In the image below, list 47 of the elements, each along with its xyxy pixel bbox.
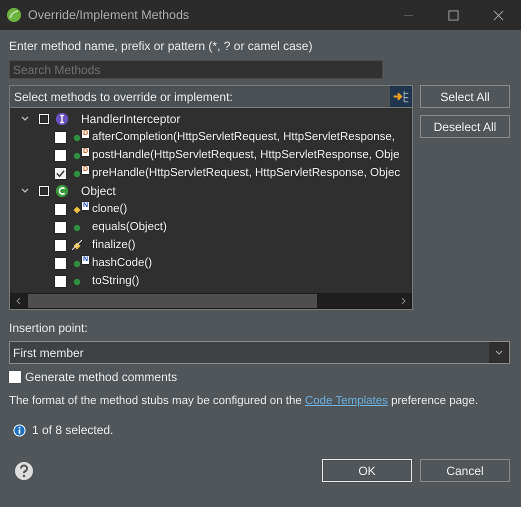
window-title: Override/Implement Methods [28, 8, 190, 22]
selection-count: 1 of 8 selected. [32, 423, 114, 437]
checkbox[interactable] [55, 222, 66, 232]
close-icon[interactable] [493, 10, 504, 20]
tree-item[interactable]: Object [81, 184, 116, 198]
checkbox[interactable] [55, 168, 66, 178]
filter-label: Enter method name, prefix or pattern (*, ? or camel case) [9, 38, 314, 54]
side-button[interactable]: Select All [420, 85, 510, 108]
info-icon [13, 424, 26, 436]
checkbox-label: Generate method comments [25, 370, 178, 384]
tree-item[interactable]: postHandle(HttpServletRequest, HttpServletResponse, Obje [92, 149, 400, 161]
expand-tree-icon[interactable] [390, 86, 412, 107]
tree-header: Select methods to override or implement: [13, 90, 234, 104]
checkbox[interactable] [55, 150, 66, 160]
public-method-icon [72, 222, 82, 232]
checkbox[interactable] [55, 204, 66, 214]
checkbox[interactable] [9, 371, 21, 383]
protected-method-icon [72, 204, 82, 214]
tree-item[interactable]: HandlerInterceptor [81, 112, 180, 126]
insertion-point-label: Insertion point: [9, 320, 89, 336]
tree-item[interactable]: preHandle(HttpServletRequest, HttpServletResponse, Objec [92, 167, 400, 179]
tree-item[interactable]: equals(Object) [92, 221, 167, 233]
checkbox[interactable] [55, 240, 66, 250]
interface-icon [55, 112, 69, 126]
info-text: The format of the method stubs may be configured on the Code Templates preference page. [9, 394, 478, 409]
tree-item[interactable]: clone() [92, 203, 128, 215]
checkbox[interactable] [55, 258, 66, 268]
tree-item[interactable]: hashCode() [92, 257, 152, 269]
dialog-button[interactable]: OK [322, 459, 412, 482]
deprecated-method-icon [72, 240, 82, 250]
search-field[interactable]: Search Methods [9, 60, 383, 79]
maximize-icon[interactable] [448, 10, 459, 20]
tree-item[interactable]: toString() [92, 275, 140, 287]
leaf-logo-icon [6, 7, 22, 23]
tree-item[interactable]: afterCompletion(HttpServletRequest, HttpServletResponse, [92, 131, 395, 143]
dropdown-caret-icon [489, 342, 509, 363]
scrollbar-thumb[interactable] [28, 294, 317, 308]
checkbox[interactable] [55, 132, 66, 142]
help-icon[interactable] [14, 460, 34, 480]
dialog-button[interactable]: Cancel [420, 459, 510, 482]
checkbox[interactable] [39, 186, 49, 196]
side-button[interactable]: Deselect All [420, 115, 510, 138]
checkbox[interactable] [39, 114, 49, 124]
tree-item[interactable]: finalize() [92, 239, 136, 251]
class-icon [55, 184, 69, 198]
insertion-point-dropdown[interactable]: First member [9, 341, 510, 364]
checkbox[interactable] [55, 276, 66, 286]
